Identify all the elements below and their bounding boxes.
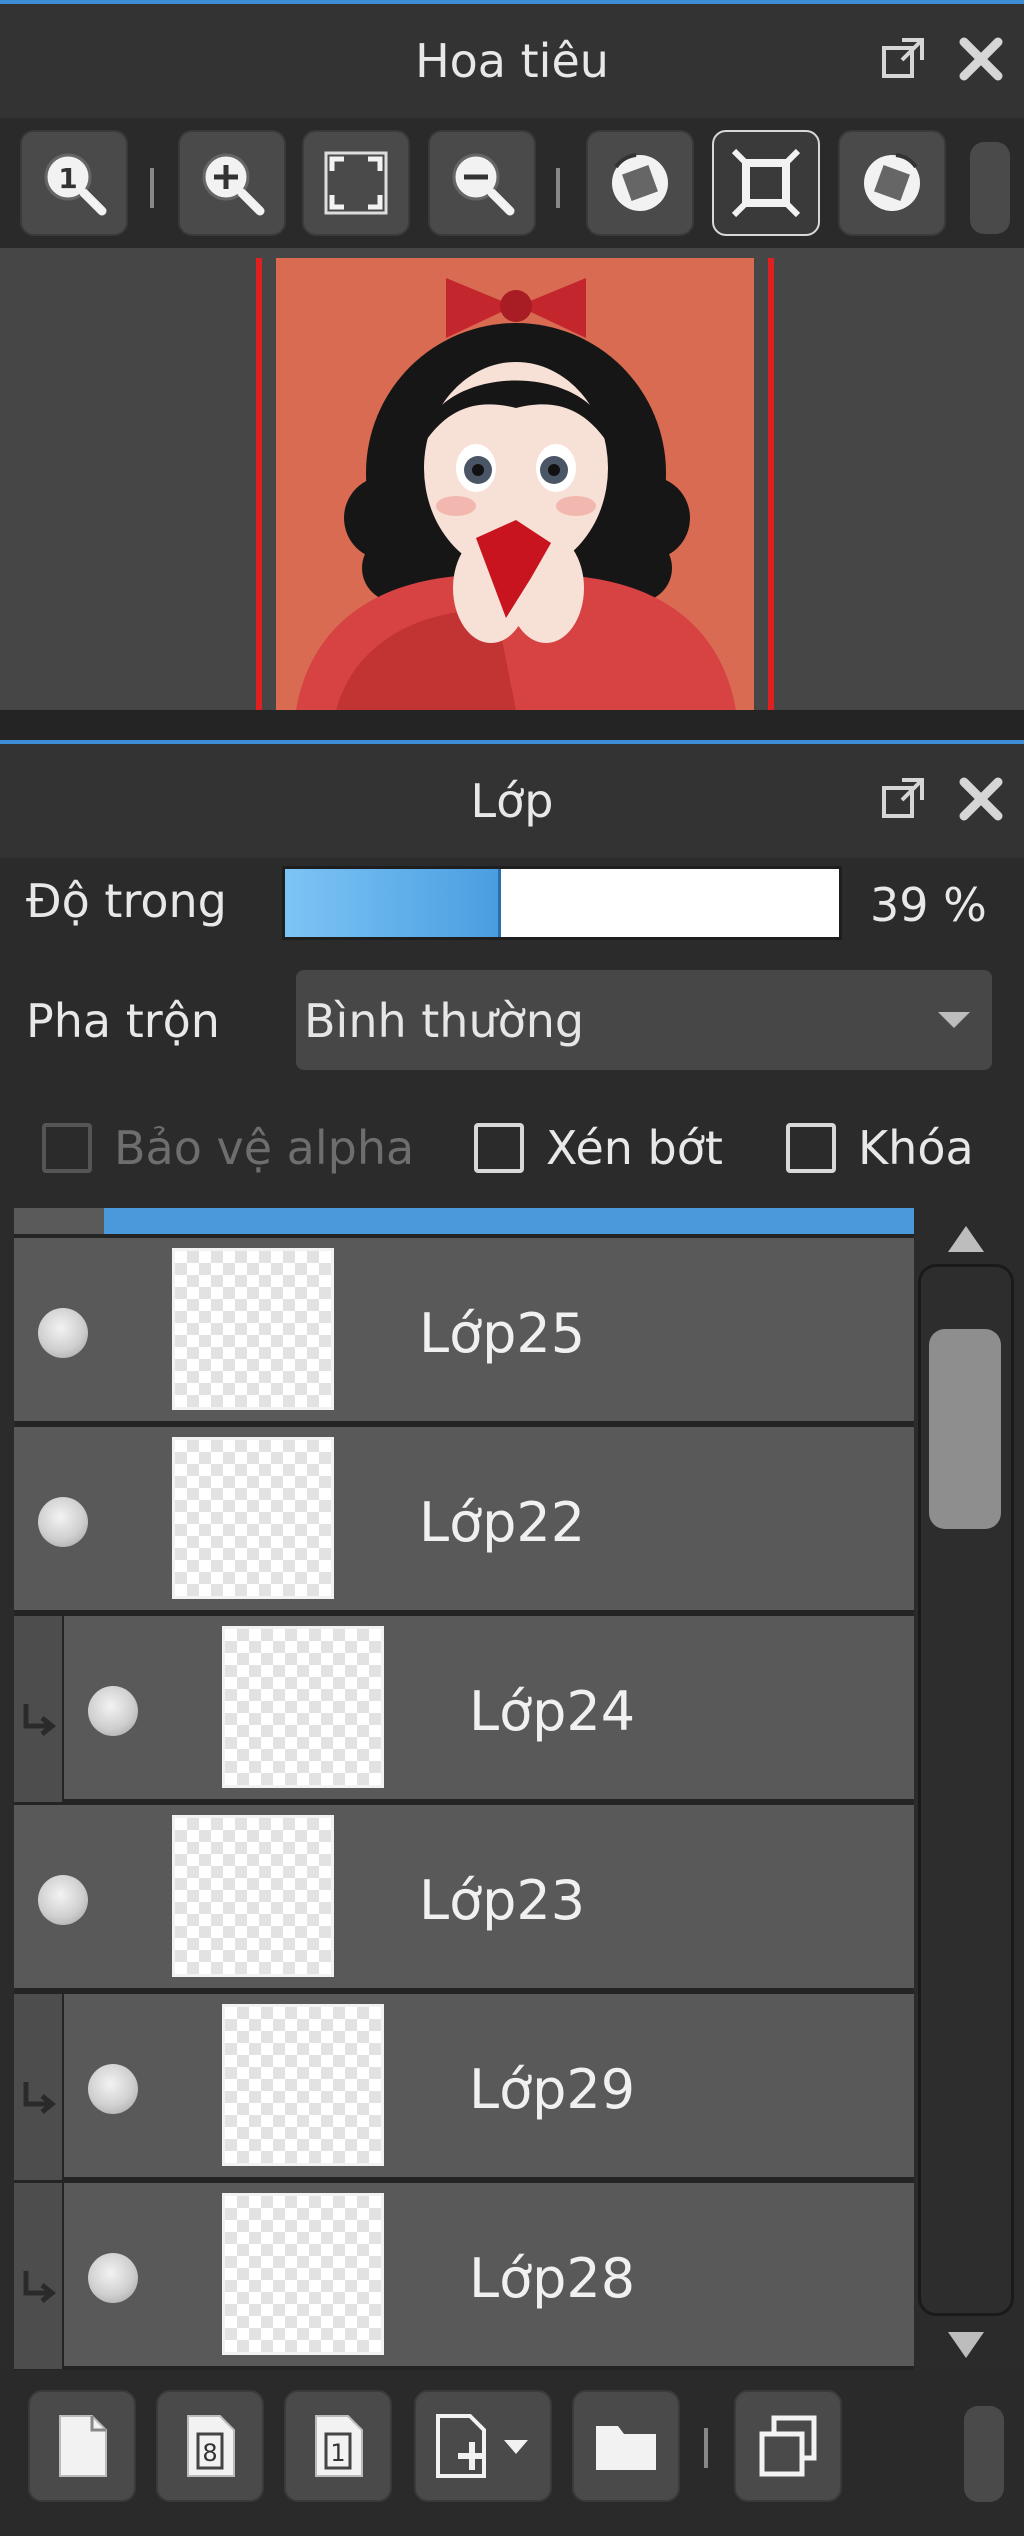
add-layer-menu-icon[interactable]	[414, 2390, 552, 2502]
layer-panel-header: Lớp	[0, 740, 1024, 858]
zoom-in-icon[interactable]	[178, 130, 286, 236]
lock-option[interactable]: Khóa	[786, 1118, 974, 1178]
layer-name: Lớp22	[419, 1491, 586, 1554]
opacity-value: 39 %	[870, 878, 987, 932]
opacity-label: Độ trong	[26, 874, 227, 928]
visibility-toggle-icon[interactable]	[38, 1875, 88, 1925]
rotate-left-icon[interactable]	[586, 130, 694, 236]
svg-text:8: 8	[202, 2439, 217, 2467]
layer-list-top-indicator-fill	[104, 1208, 914, 1234]
visibility-toggle-icon[interactable]	[38, 1497, 88, 1547]
actual-size-zoom-icon[interactable]: 1	[20, 130, 128, 236]
layer-list: Lớp25 Lớp22 Lớp24 Lớp23 Lớp29 Lớp28	[14, 1208, 914, 2370]
detach-icon[interactable]	[878, 34, 928, 84]
layer-name: Lớp23	[419, 1869, 586, 1932]
folder-icon[interactable]	[572, 2390, 680, 2502]
protect-alpha-checkbox	[42, 1123, 92, 1173]
toolbar-separator	[556, 168, 560, 208]
fit-window-icon[interactable]	[712, 130, 820, 236]
layer-name: Lớp28	[469, 2247, 636, 2310]
opacity-slider[interactable]	[282, 866, 842, 940]
blend-mode-select[interactable]: Bình thường	[296, 970, 992, 1070]
navigator-preview[interactable]	[0, 248, 1024, 710]
clipping-indicator	[14, 2183, 62, 2369]
layer-row[interactable]: Lớp29	[14, 1994, 914, 2180]
clip-arrow-icon	[23, 2271, 57, 2303]
detach-icon[interactable]	[878, 774, 928, 824]
close-icon[interactable]	[956, 774, 1006, 824]
navigator-toolbar: 1	[0, 118, 1024, 248]
visibility-toggle-icon[interactable]	[38, 1308, 88, 1358]
navigator-panel-title: Hoa tiêu	[415, 34, 609, 88]
layer-row[interactable]: Lớp28	[14, 2183, 914, 2369]
new-1bit-layer-icon[interactable]: 1	[284, 2390, 392, 2502]
layer-thumbnail	[172, 1815, 334, 1977]
scroll-up-icon[interactable]	[948, 1226, 984, 1252]
navigator-panel-header: Hoa tiêu	[0, 0, 1024, 118]
clipping-indicator	[14, 1616, 62, 1802]
duplicate-layer-icon[interactable]	[734, 2390, 842, 2502]
layer-thumbnail	[172, 1437, 334, 1599]
visibility-toggle-icon[interactable]	[88, 1686, 138, 1736]
svg-text:1: 1	[330, 2439, 345, 2467]
layer-options-row: Bảo vệ alpha Xén bớt Khóa	[0, 1118, 1024, 1178]
layer-row[interactable]: Lớp23	[14, 1805, 914, 1991]
clip-arrow-icon	[23, 1704, 57, 1736]
layer-row[interactable]: Lớp24	[14, 1616, 914, 1802]
clipping-indicator	[14, 1994, 62, 2180]
layer-name: Lớp24	[469, 1680, 636, 1743]
close-icon[interactable]	[956, 34, 1006, 84]
layer-actions-toolbar: 8 1	[0, 2370, 1024, 2536]
scroll-thumb[interactable]	[929, 1329, 1001, 1529]
zoom-out-icon[interactable]	[428, 130, 536, 236]
layer-thumbnail	[172, 1248, 334, 1410]
scroll-track[interactable]	[918, 1264, 1014, 2316]
chevron-down-icon	[938, 1012, 970, 1028]
opacity-row: Độ trong 39 %	[0, 866, 1024, 940]
svg-text:1: 1	[58, 162, 77, 195]
clipping-checkbox[interactable]	[474, 1123, 524, 1173]
layer-panel-title: Lớp	[470, 774, 554, 828]
protect-alpha-option: Bảo vệ alpha	[42, 1118, 414, 1178]
panel-divider[interactable]	[0, 710, 1024, 744]
navigator-canvas-frame	[256, 258, 774, 710]
rotate-right-icon[interactable]	[838, 130, 946, 236]
toolbar-separator	[150, 168, 154, 208]
clipping-label[interactable]: Xén bớt	[546, 1121, 723, 1175]
clip-arrow-icon	[23, 2082, 57, 2114]
canvas-thumbnail	[276, 258, 754, 710]
opacity-slider-fill	[285, 869, 502, 937]
layer-name: Lớp25	[419, 1302, 586, 1365]
clipping-option[interactable]: Xén bớt	[474, 1118, 723, 1178]
layer-row[interactable]: Lớp22	[14, 1427, 914, 1613]
new-8bit-layer-icon[interactable]: 8	[156, 2390, 264, 2502]
protect-alpha-label: Bảo vệ alpha	[114, 1121, 415, 1175]
layer-row[interactable]: Lớp25	[14, 1238, 914, 1424]
blend-label: Pha trộn	[26, 994, 220, 1048]
visibility-toggle-icon[interactable]	[88, 2064, 138, 2114]
scroll-down-icon[interactable]	[948, 2332, 984, 2358]
layer-thumbnail	[222, 1626, 384, 1788]
layer-list-top-indicator	[14, 1208, 914, 1234]
blend-mode-value: Bình thường	[304, 994, 585, 1048]
layer-thumbnail	[222, 2004, 384, 2166]
lock-label[interactable]: Khóa	[858, 1121, 974, 1175]
lock-checkbox[interactable]	[786, 1123, 836, 1173]
toolbar-separator	[704, 2428, 708, 2468]
toolbar-scroll-handle[interactable]	[964, 2406, 1004, 2502]
blend-row: Pha trộn Bình thường	[0, 970, 1024, 1070]
layer-thumbnail	[222, 2193, 384, 2355]
toolbar-scroll-handle[interactable]	[970, 142, 1010, 234]
fit-screen-icon[interactable]	[302, 130, 410, 236]
layer-name: Lớp29	[469, 2058, 636, 2121]
layer-list-scrollbar[interactable]	[918, 1212, 1014, 2370]
new-layer-icon[interactable]	[28, 2390, 136, 2502]
visibility-toggle-icon[interactable]	[88, 2253, 138, 2303]
